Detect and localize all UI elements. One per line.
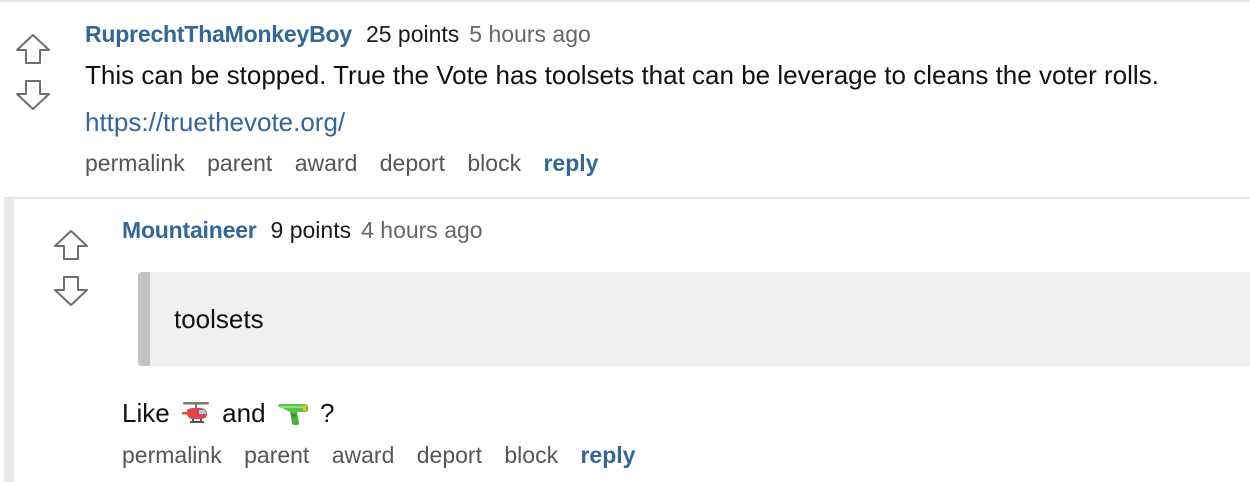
body-text-end: ? — [320, 398, 335, 428]
deport-button[interactable]: deport — [380, 150, 445, 176]
comment: RuprechtThaMonkeyBoy 25 points 5 hours ago… — [0, 0, 1250, 200]
body-text-start: Like — [122, 398, 170, 428]
comment-link[interactable]: https://truethevote.org/ — [85, 105, 345, 139]
award-button[interactable]: award — [332, 442, 395, 468]
body-text-middle: and — [222, 398, 266, 428]
comment-body: This can be stopped. True the Vote has t… — [85, 60, 1159, 90]
vote-controls — [52, 228, 90, 308]
comment-divider — [4, 197, 1250, 199]
comment-meta: RuprechtThaMonkeyBoy 25 points 5 hours ago — [85, 20, 591, 48]
permalink-button[interactable]: permalink — [85, 150, 185, 176]
block-button[interactable]: block — [467, 150, 521, 176]
comment-actions: permalink parent award deport block repl… — [85, 149, 598, 177]
helicopter-icon — [181, 402, 209, 423]
deport-button[interactable]: deport — [417, 442, 482, 468]
parent-button[interactable]: parent — [244, 442, 309, 468]
block-button[interactable]: block — [504, 442, 558, 468]
upvote-arrow-icon[interactable] — [52, 228, 90, 262]
parent-button[interactable]: parent — [207, 150, 272, 176]
comment-meta: Mountaineer 9 points 4 hours ago — [122, 216, 483, 244]
upvote-arrow-icon[interactable] — [14, 32, 52, 66]
downvote-arrow-icon[interactable] — [14, 78, 52, 112]
water-pistol-icon — [277, 404, 308, 425]
comment-thread: RuprechtThaMonkeyBoy 25 points 5 hours ago… — [0, 0, 1250, 482]
comment-body: Like and ? — [122, 396, 335, 430]
blockquote: toolsets — [138, 272, 1250, 366]
timestamp: 4 hours ago — [361, 217, 483, 243]
comment-actions: permalink parent award deport block repl… — [122, 441, 635, 469]
author-link[interactable]: RuprechtThaMonkeyBoy — [85, 21, 352, 47]
points-count: 9 points — [270, 217, 352, 243]
author-link[interactable]: Mountaineer — [122, 217, 257, 243]
award-button[interactable]: award — [295, 150, 358, 176]
quote-text: toolsets — [174, 304, 264, 334]
downvote-arrow-icon[interactable] — [52, 274, 90, 308]
reply-button[interactable]: reply — [543, 150, 598, 176]
thread-indent-bar[interactable] — [4, 198, 14, 482]
timestamp: 5 hours ago — [469, 21, 591, 47]
reply-button[interactable]: reply — [580, 442, 635, 468]
points-count: 25 points — [365, 21, 460, 47]
permalink-button[interactable]: permalink — [122, 442, 222, 468]
vote-controls — [14, 32, 52, 112]
